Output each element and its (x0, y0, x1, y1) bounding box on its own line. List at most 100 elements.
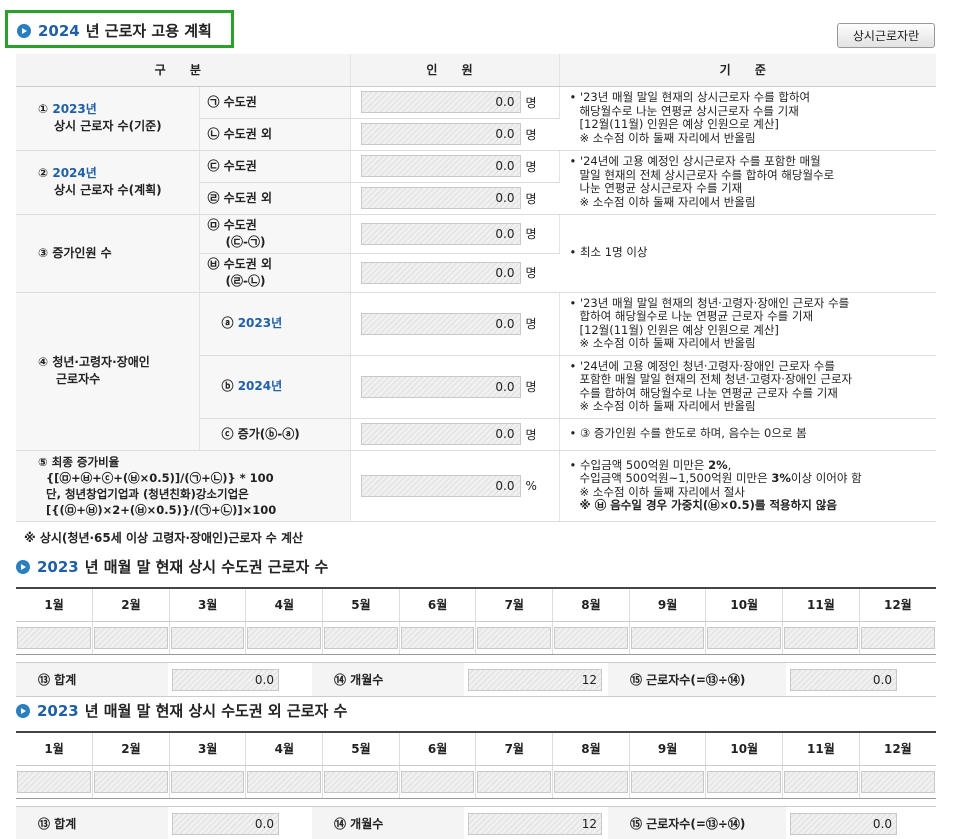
sub-label-year: 2024년 (237, 379, 283, 393)
month-count-value[interactable]: 12 (468, 812, 602, 835)
value-cell: 0.0% (350, 450, 560, 522)
value-cell: 0.0 명 (350, 118, 560, 151)
table-row: ② 2024년 상시 근로자 수(계획) ㉢ 수도권 0.0 명 • '24년에 … (16, 150, 937, 215)
sub-label-text: ㉤ 수도권 (207, 217, 257, 232)
months-header-row: 1월 2월 3월 4월 5월 6월 7월 8월 9월 10월 11월 12월 (16, 731, 936, 766)
month-cell (475, 765, 554, 799)
month-input[interactable] (400, 770, 475, 793)
header-count: 인 원 (350, 54, 560, 87)
sum-label: ⑬ 합계 (16, 662, 168, 697)
row1-text: 상시 근로자 수(기준) (54, 119, 162, 133)
sum-value[interactable]: 0.0 (172, 668, 279, 691)
row1-criteria: • '23년 매월 말일 현재의 상시근로자 수를 합하여 해당월수로 나눈 연… (559, 86, 937, 151)
unit-label: 명 (525, 127, 537, 142)
month-input[interactable] (400, 626, 475, 649)
value-cell: 0.0 명 (350, 150, 560, 183)
months-input-row (16, 621, 936, 655)
month-input[interactable] (860, 770, 935, 793)
count-input[interactable]: 0.0 (360, 222, 521, 245)
month-cell (705, 621, 784, 655)
criteria-line: ※ 소수점 이하 둘째 자리에서 절사 (579, 484, 745, 499)
table-row: ① 2023년 상시 근로자 수(기준) ㉠ 수도권 0.0 명 • '23년 매… (16, 86, 937, 151)
worker-count-value[interactable]: 0.0 (790, 668, 897, 691)
month-header: 10월 (705, 731, 784, 766)
month-input[interactable] (324, 770, 398, 793)
month-count-value[interactable]: 12 (468, 668, 602, 691)
rate-input[interactable]: 0.0 (360, 474, 521, 497)
criteria-text: 이상 이어야 함 (790, 471, 862, 485)
month-header: 11월 (782, 731, 860, 766)
month-header: 1월 (16, 587, 94, 622)
sum-value[interactable]: 0.0 (172, 812, 279, 835)
month-count-label: ⑭ 개월수 (312, 806, 464, 839)
month-cell (782, 621, 860, 655)
month-cell (322, 621, 400, 655)
row2-year: 2024년 (52, 166, 97, 180)
unit-label: 명 (525, 427, 537, 442)
month-header: 7월 (475, 731, 554, 766)
worker-count-value[interactable]: 0.0 (790, 812, 897, 835)
count-input[interactable]: 0.0 (360, 261, 521, 284)
criteria-line: 해당월수로 나눈 연평균 상시근로자 수를 기재 (579, 103, 799, 118)
month-header: 6월 (399, 731, 477, 766)
month-header: 4월 (245, 731, 324, 766)
month-input[interactable] (630, 770, 705, 793)
count-input[interactable]: 0.0 (360, 375, 521, 398)
row5-line: 단, 청년창업기업과 (청년친화)강소기업은 (46, 486, 249, 501)
section1-summary: ⑬ 합계 0.0 ⑭ 개월수 12 ⑮ 근로자수(=⑬÷⑭) 0.0 (16, 662, 936, 697)
month-input[interactable] (860, 626, 935, 649)
plan-title-box: 2024 년 근로자 고용 계획 (5, 10, 234, 48)
row2-text: 상시 근로자 수(계획) (54, 183, 162, 197)
section2-title-text: 년 매월 말 현재 상시 수도권 외 근로자 수 (84, 702, 348, 720)
month-input[interactable] (784, 626, 858, 649)
section2-year: 2023 (37, 701, 79, 720)
month-input[interactable] (17, 626, 92, 649)
sub-label: ㉤ 수도권 (㉢-㉠) (199, 214, 351, 254)
count-input[interactable]: 0.0 (360, 312, 521, 335)
month-input[interactable] (170, 626, 245, 649)
month-input[interactable] (784, 770, 858, 793)
month-input[interactable] (247, 770, 322, 793)
month-cell (859, 765, 936, 799)
month-header: 5월 (322, 587, 400, 622)
month-input[interactable] (554, 626, 628, 649)
month-input[interactable] (477, 770, 552, 793)
sub-label: ⓐ 2023년 (199, 292, 351, 356)
month-cell (16, 621, 94, 655)
month-input[interactable] (477, 626, 552, 649)
month-header: 5월 (322, 731, 400, 766)
month-cell (782, 765, 860, 799)
sub-label: ㉠ 수도권 (199, 86, 351, 119)
count-input[interactable]: 0.0 (360, 155, 521, 177)
count-input[interactable]: 0.0 (360, 91, 521, 113)
row2-category: ② 2024년 상시 근로자 수(계획) (16, 150, 200, 215)
count-input[interactable]: 0.0 (360, 423, 521, 445)
month-input[interactable] (707, 626, 782, 649)
summary-row: ⑬ 합계 0.0 ⑭ 개월수 12 ⑮ 근로자수(=⑬÷⑭) 0.0 (16, 662, 936, 697)
plan-title: 2024 년 근로자 고용 계획 (17, 20, 231, 41)
month-input[interactable] (707, 770, 782, 793)
month-input[interactable] (94, 770, 168, 793)
regular-worker-button[interactable]: 상시근로자란 (837, 23, 935, 48)
value-cell: 0.0 명 (350, 292, 560, 356)
row4c-criteria: • ③ 증가인원 수를 한도로 하며, 음수는 0으로 봄 (559, 418, 937, 451)
month-input[interactable] (170, 770, 245, 793)
month-input[interactable] (630, 626, 705, 649)
month-input[interactable] (17, 770, 92, 793)
criteria-line: [12월(11월) 인원은 예상 인원으로 계산] (579, 322, 779, 337)
count-input[interactable]: 0.0 (360, 187, 521, 209)
month-cell (92, 621, 170, 655)
month-input[interactable] (247, 626, 322, 649)
row3-criteria: • 최소 1명 이상 (559, 214, 937, 293)
unit-label: 명 (525, 95, 537, 110)
row1-number: ① (38, 102, 49, 116)
sub-label-prefix: ⓑ (221, 379, 234, 393)
count-input[interactable]: 0.0 (360, 123, 521, 145)
month-input[interactable] (94, 626, 168, 649)
section1-title: 2023 년 매월 말 현재 상시 수도권 근로자 수 (16, 556, 328, 577)
month-input[interactable] (554, 770, 628, 793)
sub-label-text: ㉥ 수도권 외 (207, 256, 273, 271)
month-input[interactable] (324, 626, 398, 649)
month-header: 2월 (92, 731, 170, 766)
month-cell (629, 621, 707, 655)
